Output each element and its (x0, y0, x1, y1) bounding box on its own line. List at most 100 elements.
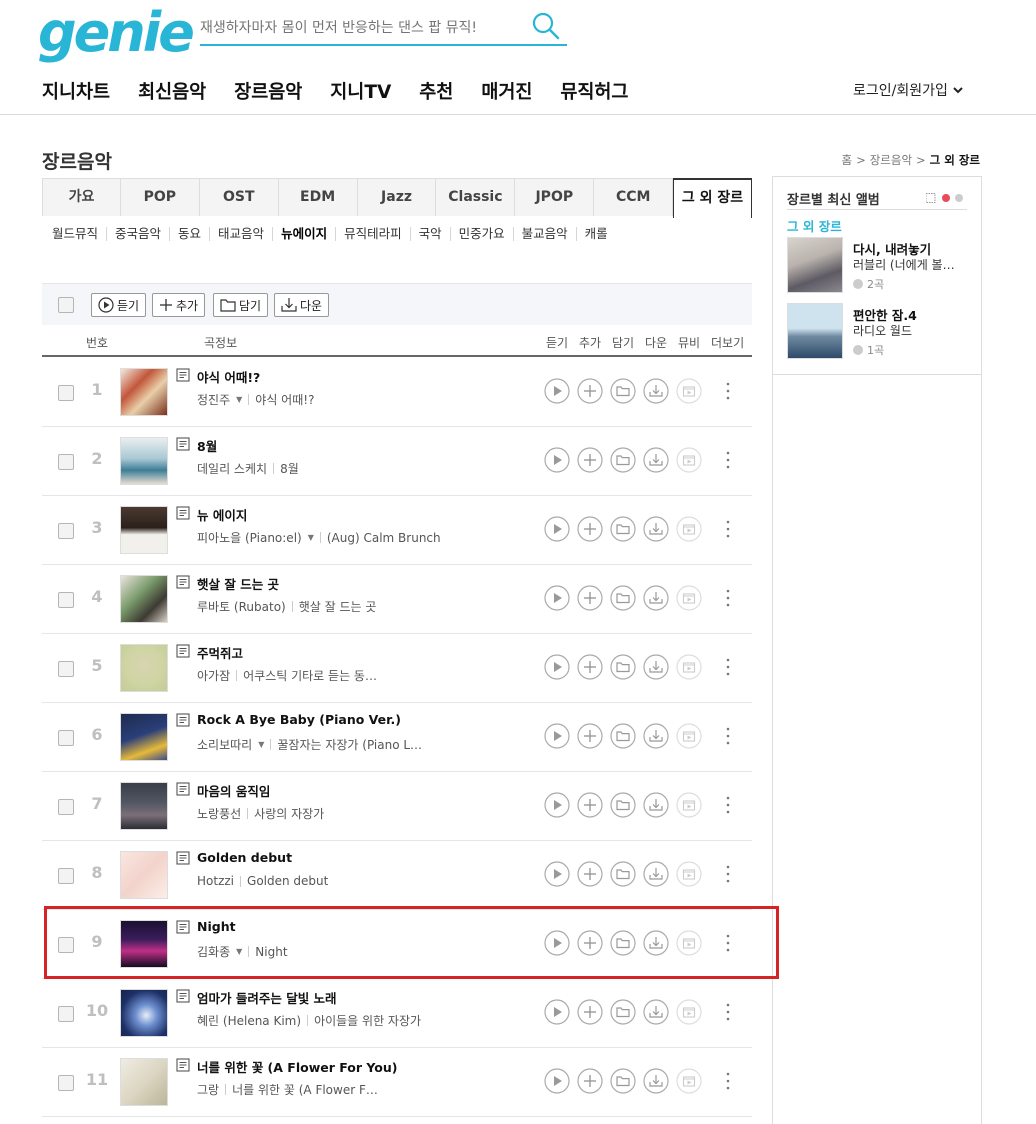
add-icon[interactable] (577, 723, 603, 749)
subgenre-new-age[interactable]: 뉴에이지 (272, 227, 335, 241)
music-video-icon[interactable] (676, 723, 702, 749)
latest-album-item[interactable]: 편안한 잠.4 라디오 월드 1곡 (787, 303, 967, 359)
song-info-icon[interactable] (176, 575, 190, 589)
download-icon[interactable] (643, 516, 669, 542)
folder-icon[interactable] (610, 861, 636, 887)
song-checkbox[interactable] (58, 385, 74, 401)
song-checkbox[interactable] (58, 454, 74, 470)
nav-music-hug[interactable]: 뮤직허그 (560, 78, 628, 104)
song-artist[interactable]: 아가잠 (197, 667, 230, 684)
tab-ccm[interactable]: CCM (594, 178, 674, 216)
play-small-icon[interactable] (853, 279, 863, 289)
song-info-icon[interactable] (176, 989, 190, 1003)
song-artist[interactable]: 소리보따리 (197, 736, 252, 753)
song-album[interactable]: 아이들을 위한 자장가 (314, 1012, 421, 1029)
music-video-icon[interactable] (676, 792, 702, 818)
song-artist[interactable]: 루바토 (Rubato) (197, 598, 286, 615)
music-video-icon[interactable] (676, 1068, 702, 1094)
download-icon[interactable] (643, 585, 669, 611)
download-icon[interactable] (643, 930, 669, 956)
more-icon[interactable] (726, 449, 730, 471)
folder-icon[interactable] (610, 516, 636, 542)
album-cover[interactable] (120, 368, 168, 416)
song-title[interactable]: Rock A Bye Baby (Piano Ver.) (197, 712, 401, 727)
song-album[interactable]: 사랑의 자장가 (254, 805, 324, 822)
song-album[interactable]: Golden debut (247, 874, 328, 888)
music-video-icon[interactable] (676, 654, 702, 680)
download-icon[interactable] (643, 723, 669, 749)
artist-dropdown-icon[interactable]: ▼ (236, 395, 242, 404)
song-artist[interactable]: 노랑풍선 (197, 805, 241, 822)
song-artist[interactable]: 그랑 (197, 1081, 219, 1098)
add-icon[interactable] (577, 792, 603, 818)
folder-icon[interactable] (610, 654, 636, 680)
song-checkbox[interactable] (58, 868, 74, 884)
album-cover[interactable] (120, 989, 168, 1037)
more-icon[interactable] (726, 863, 730, 885)
tab-jazz[interactable]: Jazz (357, 178, 437, 216)
add-icon[interactable] (577, 516, 603, 542)
song-checkbox[interactable] (58, 1006, 74, 1022)
song-info-icon[interactable] (176, 920, 190, 934)
play-icon[interactable] (544, 861, 570, 887)
add-icon[interactable] (577, 585, 603, 611)
folder-icon[interactable] (610, 930, 636, 956)
latest-album-item[interactable]: 다시, 내려놓기 러블리 (너에게 볼… 2곡 (787, 237, 967, 293)
subgenre-prenatal-music[interactable]: 태교음악 (209, 227, 272, 241)
album-cover[interactable] (120, 1058, 168, 1106)
music-video-icon[interactable] (676, 378, 702, 404)
music-video-icon[interactable] (676, 861, 702, 887)
more-icon[interactable] (726, 1001, 730, 1023)
song-checkbox[interactable] (58, 1075, 74, 1091)
folder-icon[interactable] (610, 723, 636, 749)
more-icon[interactable] (726, 587, 730, 609)
play-icon[interactable] (544, 723, 570, 749)
nav-latest-music[interactable]: 최신음악 (138, 78, 206, 104)
song-artist[interactable]: 피아노을 (Piano:el) (197, 529, 302, 546)
folder-icon[interactable] (610, 1068, 636, 1094)
song-checkbox[interactable] (58, 592, 74, 608)
more-icon[interactable] (726, 656, 730, 678)
song-checkbox[interactable] (58, 799, 74, 815)
select-all-checkbox[interactable] (58, 297, 74, 313)
play-icon[interactable] (544, 1068, 570, 1094)
download-icon[interactable] (643, 861, 669, 887)
play-icon[interactable] (544, 999, 570, 1025)
download-icon[interactable] (643, 447, 669, 473)
subgenre-chinese-music[interactable]: 중국음악 (106, 227, 169, 241)
carousel-controls-icon[interactable] (926, 193, 966, 203)
tab-kpop[interactable]: 가요 (42, 178, 121, 216)
download-icon[interactable] (643, 1068, 669, 1094)
music-video-icon[interactable] (676, 585, 702, 611)
song-info-icon[interactable] (176, 368, 190, 382)
song-checkbox[interactable] (58, 661, 74, 677)
sidebar-genre-label[interactable]: 그 외 장르 (787, 216, 842, 235)
more-icon[interactable] (726, 932, 730, 954)
song-album[interactable]: 어쿠스틱 기타로 듣는 동… (243, 667, 377, 684)
song-album[interactable]: 꿀잠자는 자장가 (Piano L… (277, 736, 422, 753)
song-info-icon[interactable] (176, 851, 190, 865)
music-video-icon[interactable] (676, 999, 702, 1025)
song-album[interactable]: 햇살 잘 드는 곳 (299, 598, 377, 615)
artist-dropdown-icon[interactable]: ▼ (258, 740, 264, 749)
breadcrumb-genre[interactable]: 장르음악 (870, 152, 912, 168)
play-icon[interactable] (544, 516, 570, 542)
nav-genie-chart[interactable]: 지니차트 (42, 78, 110, 104)
subgenre-world-music[interactable]: 월드뮤직 (52, 227, 106, 241)
tab-pop[interactable]: POP (120, 178, 200, 216)
nav-genre-music[interactable]: 장르음악 (234, 78, 302, 104)
download-icon[interactable] (643, 654, 669, 680)
login-link[interactable]: 로그인/회원가입 (853, 80, 964, 100)
song-title[interactable]: 마음의 움직임 (197, 781, 270, 800)
music-video-icon[interactable] (676, 516, 702, 542)
song-artist[interactable]: Hotzzi (197, 874, 234, 888)
song-artist[interactable]: 정진주 (197, 391, 230, 408)
album-cover[interactable] (120, 437, 168, 485)
song-title[interactable]: 주먹쥐고 (197, 643, 243, 662)
tab-jpop[interactable]: JPOP (515, 178, 595, 216)
play-icon[interactable] (544, 447, 570, 473)
song-artist[interactable]: 김화종 (197, 943, 230, 960)
song-title[interactable]: 햇살 잘 드는 곳 (197, 574, 279, 593)
song-artist[interactable]: 데일리 스케치 (197, 460, 267, 477)
more-icon[interactable] (726, 518, 730, 540)
